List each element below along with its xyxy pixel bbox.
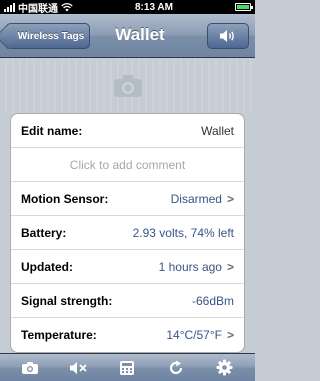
calculator-button[interactable] xyxy=(110,355,144,381)
battery-label: Battery: xyxy=(21,225,67,240)
camera-placeholder-icon xyxy=(113,75,142,97)
edit-name-row[interactable]: Edit name: Wallet xyxy=(11,114,244,148)
status-left: 中国联通 xyxy=(4,0,73,15)
tag-name-value: Wallet xyxy=(201,123,234,138)
updated-row[interactable]: Updated: 1 hours ago > xyxy=(11,250,244,284)
back-button[interactable]: Wireless Tags xyxy=(6,23,90,49)
temperature-value-group: 14°C/57°F > xyxy=(166,328,234,342)
camera-button[interactable] xyxy=(13,355,47,381)
back-button-label: Wireless Tags xyxy=(17,30,85,42)
motion-sensor-value: Disarmed xyxy=(170,191,222,206)
motion-sensor-value-group: Disarmed > xyxy=(171,192,234,206)
updated-label: Updated: xyxy=(21,259,73,274)
temperature-row[interactable]: Temperature: 14°C/57°F > xyxy=(11,318,244,352)
bottom-toolbar xyxy=(0,353,255,381)
settings-icon xyxy=(216,359,233,376)
comment-row[interactable]: Click to add comment xyxy=(11,148,244,182)
signal-strength-icon xyxy=(4,2,15,12)
signal-strength-row: Signal strength: -66dBm xyxy=(11,284,244,318)
battery-value: 2.93 volts, 74% left xyxy=(132,225,234,240)
navigation-bar: Wireless Tags Wallet xyxy=(0,14,255,58)
mute-icon xyxy=(69,361,87,374)
battery-row: Battery: 2.93 volts, 74% left xyxy=(11,216,244,250)
temperature-label: Temperature: xyxy=(21,328,97,342)
updated-value: 1 hours ago xyxy=(158,259,222,274)
settings-button[interactable] xyxy=(208,355,242,381)
mute-button[interactable] xyxy=(62,355,96,381)
status-bar: 中国联通 8:13 AM xyxy=(0,0,255,15)
comment-placeholder: Click to add comment xyxy=(69,157,186,172)
signal-strength-value: -66dBm xyxy=(191,293,234,308)
speaker-button[interactable] xyxy=(207,23,249,49)
speaker-icon xyxy=(220,30,234,42)
tag-details-list: Edit name: Wallet Click to add comment M… xyxy=(10,113,245,353)
refresh-icon xyxy=(170,360,183,374)
refresh-button[interactable] xyxy=(159,355,193,381)
motion-sensor-label: Motion Sensor: xyxy=(21,191,109,206)
tag-photo-area[interactable] xyxy=(0,59,255,113)
motion-sensor-row[interactable]: Motion Sensor: Disarmed > xyxy=(11,182,244,216)
battery-icon xyxy=(234,3,253,11)
wifi-icon xyxy=(61,2,73,11)
chevron-right-icon: > xyxy=(226,328,234,342)
carrier-name: 中国联通 xyxy=(18,3,58,15)
chevron-right-icon: > xyxy=(226,259,234,274)
camera-icon xyxy=(22,361,39,374)
status-time: 8:13 AM xyxy=(135,1,173,13)
chevron-right-icon: > xyxy=(226,191,234,206)
page-title: Wallet xyxy=(115,25,165,44)
temperature-value: 14°C/57°F xyxy=(166,328,222,342)
updated-value-group: 1 hours ago > xyxy=(159,260,234,274)
calculator-icon xyxy=(120,360,135,375)
signal-strength-label: Signal strength: xyxy=(21,293,113,308)
edit-name-label: Edit name: xyxy=(21,123,83,138)
